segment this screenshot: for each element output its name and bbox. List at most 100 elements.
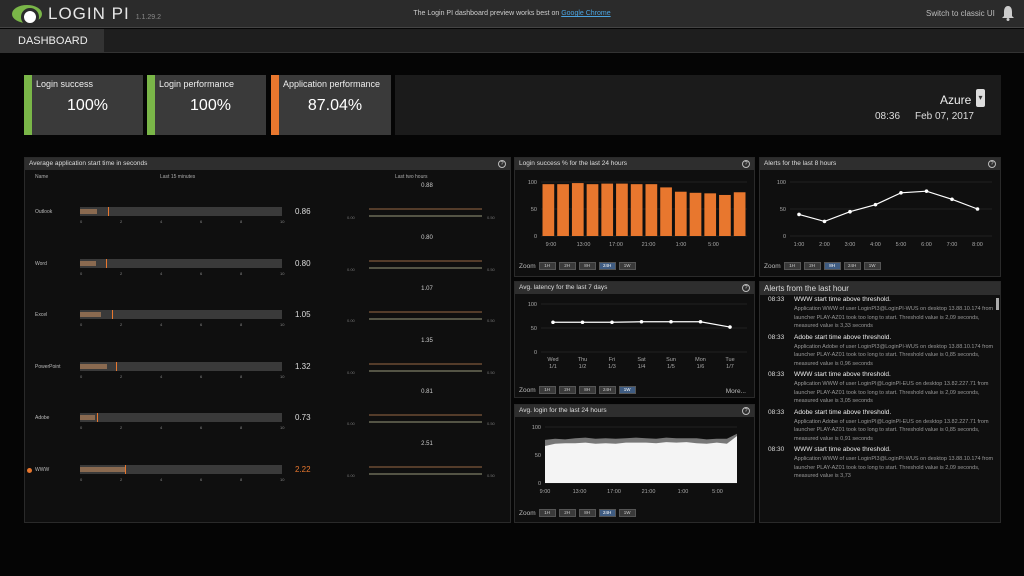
x-tick-label: 1:00: [676, 242, 687, 248]
tick-label: 8: [240, 373, 243, 379]
zoom-button[interactable]: 1H: [538, 262, 556, 270]
zoom-button[interactable]: 24H: [598, 262, 616, 270]
alert-item[interactable]: 08:33 Adobe start time above threshold. …: [764, 409, 996, 444]
x-tick-label: Sun: [666, 357, 676, 363]
spark-axis-right: 0.50: [487, 370, 496, 375]
bar: [674, 191, 687, 236]
alert-time: 08:33: [768, 333, 785, 341]
help-icon[interactable]: ?: [742, 407, 750, 415]
kpi-application-performance[interactable]: Application performance 87.04%: [271, 75, 391, 135]
kpi-login-success[interactable]: Login success 100%: [24, 75, 143, 135]
app-value: 0.73: [295, 413, 311, 422]
switch-classic-ui-link[interactable]: Switch to classic UI: [926, 9, 995, 18]
tick-label: 0: [80, 322, 83, 327]
zoom-button[interactable]: 1W: [863, 262, 881, 270]
zoom-button[interactable]: 2H: [803, 262, 821, 270]
col-header-last-2h: Last two hours: [395, 174, 428, 180]
bar: [557, 184, 569, 236]
zoom-button[interactable]: 1W: [618, 262, 636, 270]
y-tick-label: 50: [531, 326, 537, 332]
tick-label: 10: [280, 425, 285, 430]
scrollbar[interactable]: [996, 298, 999, 310]
alert-title: Adobe start time above threshold.: [794, 333, 892, 341]
zoom-button[interactable]: 8H: [578, 509, 596, 517]
kpi-login-performance[interactable]: Login performance 100%: [147, 75, 266, 135]
chrome-link[interactable]: Google Chrome: [561, 10, 610, 17]
zoom-button[interactable]: 2H: [558, 386, 576, 394]
help-icon[interactable]: ?: [742, 160, 750, 168]
tick-label: 10: [280, 219, 285, 224]
x-tick-label: 13:00: [573, 489, 587, 495]
zoom-button[interactable]: 24H: [598, 386, 616, 394]
x-tick-label: 9:00: [540, 489, 551, 495]
spark-axis-right: 0.50: [487, 267, 496, 272]
help-icon[interactable]: ?: [988, 160, 996, 168]
app-bar-marker: [124, 464, 126, 474]
top-bar: LOGIN PI 1.1.29.2 The Login PI dashboard…: [0, 0, 1024, 28]
alert-time: 08:33: [768, 296, 785, 303]
alert-detail: Application Adobe of user LoginPI3@Login…: [794, 343, 994, 367]
tick-label: 0: [80, 425, 83, 430]
zoom-button[interactable]: 24H: [598, 509, 616, 517]
data-point: [698, 319, 703, 324]
x-tick-label: 2:00: [819, 242, 830, 248]
x-tick-label: 17:00: [609, 242, 623, 248]
app-bar-marker: [112, 310, 114, 319]
zoom-button[interactable]: 1H: [538, 386, 556, 394]
tick-label: 10: [280, 476, 285, 482]
app-sparkline: 0.88 0.00 0.50: [347, 183, 507, 237]
data-point: [848, 209, 852, 214]
alerts-list[interactable]: 08:33 WWW start time above threshold. Ap…: [764, 296, 996, 521]
alert-title: Adobe start time above threshold.: [794, 408, 892, 416]
tick-label: 8: [240, 476, 243, 482]
tab-dashboard[interactable]: DASHBOARD: [0, 29, 104, 53]
help-icon[interactable]: ?: [498, 160, 506, 168]
alert-item[interactable]: 08:33 Adobe start time above threshold. …: [764, 334, 996, 369]
alerts-8h-panel: Alerts for the last 8 hours ? 0 50 100 1:00…: [759, 157, 1001, 277]
zoom-button[interactable]: 1W: [618, 509, 636, 517]
app-row[interactable]: WWW 0 2 4 6 8 10 2.22 2.51 0.00 0.50: [25, 441, 510, 511]
browser-notice: The Login PI dashboard preview works bes…: [0, 10, 1024, 17]
panel-title: Login success % for the last 24 hours: [515, 158, 754, 170]
tick-label: 6: [200, 270, 203, 276]
series-line: [798, 190, 978, 223]
zoom-button[interactable]: 8H: [578, 386, 596, 394]
notice-text: The Login PI dashboard preview works bes…: [413, 10, 560, 17]
tick-label: 2: [120, 322, 123, 327]
help-icon[interactable]: ?: [742, 284, 750, 292]
kpi-value: 87.04%: [307, 97, 363, 114]
tick-label: 2: [120, 219, 123, 224]
zoom-button[interactable]: 1H: [538, 509, 556, 517]
zoom-button[interactable]: 2H: [558, 509, 576, 517]
y-tick-label: 0: [534, 234, 537, 240]
more-link[interactable]: More...: [726, 388, 746, 395]
tick-label: 6: [200, 476, 203, 482]
login-success-panel: Login success % for the last 24 hours ? …: [514, 157, 755, 277]
zoom-button[interactable]: 1W: [618, 386, 636, 394]
col-header-last-15: Last 15 minutes: [160, 174, 196, 180]
alert-title: WWW start time above threshold.: [794, 371, 891, 378]
x-tick-label: 7:00: [947, 242, 958, 248]
alert-item[interactable]: 08:30 WWW start time above threshold. Ap…: [764, 446, 996, 481]
alert-title: WWW start time above threshold.: [794, 446, 891, 453]
app-bar-ticks: 0 2 4 6 8 10: [80, 425, 285, 433]
app-sparkline: 1.07 0.00 0.50: [347, 286, 507, 340]
alerts-8h-chart: 0 50 100 1:00 2:00 3:00 4:00 5:00 6:00 7:00 8:00: [777, 180, 992, 248]
x-tick-label: Tue: [725, 357, 734, 363]
zoom-button[interactable]: 24H: [843, 262, 861, 270]
environment-dropdown-chevron-icon[interactable]: ▾: [976, 89, 985, 107]
zoom-button[interactable]: 8H: [823, 262, 841, 270]
alert-item[interactable]: 08:33 WWW start time above threshold. Ap…: [764, 296, 996, 331]
zoom-button[interactable]: 8H: [578, 262, 596, 270]
zoom-button[interactable]: 2H: [558, 262, 576, 270]
bar: [645, 184, 658, 236]
bar: [660, 187, 672, 236]
panel-title: Alerts from the last hour: [760, 282, 1000, 295]
x-tick-label: Wed: [547, 357, 558, 363]
app-bar-track: [80, 413, 282, 422]
alert-item[interactable]: 08:33 WWW start time above threshold. Ap…: [764, 371, 996, 406]
zoom-button[interactable]: 1H: [783, 262, 801, 270]
zoom-label: Zoom: [519, 386, 536, 394]
spark-axis-right: 0.50: [487, 215, 496, 220]
bell-icon[interactable]: [1001, 5, 1015, 21]
